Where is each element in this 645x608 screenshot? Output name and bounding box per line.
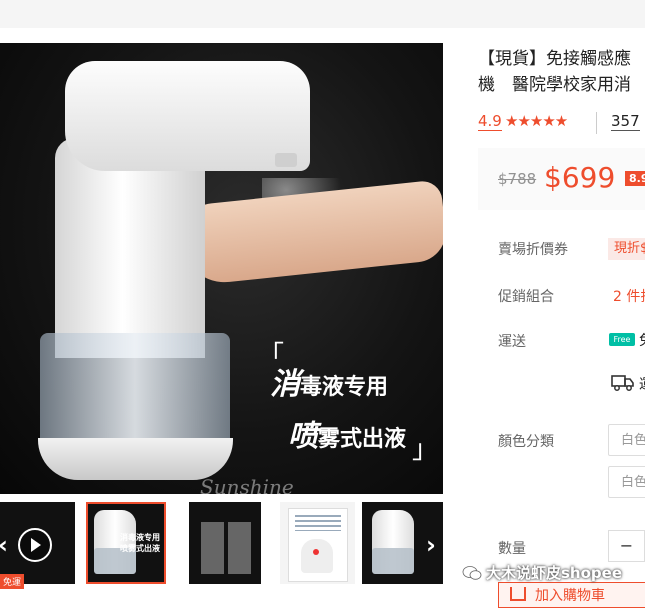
sale-price: $699: [544, 161, 616, 194]
cart-icon: [510, 587, 526, 601]
discount-badge: 8.9: [625, 171, 645, 186]
thumbnail-video[interactable]: [0, 502, 75, 584]
thumbnail-2[interactable]: 消毒液专用 喷雾式出液: [86, 502, 166, 584]
variant-label: 顏色分類: [498, 434, 554, 450]
product-title: 【現貨】免接觸感應 機 醫院學校家用消: [478, 49, 631, 95]
star-icons: ★★★★★: [505, 112, 568, 130]
thumb-doc-image: [288, 508, 348, 582]
review-count[interactable]: 357: [611, 112, 640, 131]
thumbnail-3[interactable]: [189, 502, 261, 584]
shipping-text-1: 免: [639, 330, 645, 350]
watermark-text: 大木说虾皮shopee: [486, 564, 622, 582]
dispenser-nozzle: [275, 153, 297, 167]
combo-value[interactable]: 2 件折: [613, 286, 645, 306]
signature-watermark: Sunshine: [200, 475, 294, 494]
coupon-chip[interactable]: 現折$: [608, 238, 645, 260]
free-shipping-icon: Free: [609, 333, 635, 346]
main-product-image[interactable]: 「 消毒液专用 喷雾式出液 」 Sunshine: [0, 43, 443, 494]
bracket-close: 」: [411, 435, 438, 465]
dispenser-body: [55, 138, 205, 358]
combo-label: 促銷組合: [498, 289, 554, 305]
promo-line-2: 喷雾式出液: [288, 419, 407, 454]
wechat-icon: [462, 566, 482, 580]
chevron-left-icon[interactable]: ‹: [0, 533, 8, 557]
play-icon[interactable]: [18, 528, 52, 562]
dispenser-base: [38, 438, 233, 480]
original-price: $788: [498, 170, 537, 188]
thumb-tank-5: [372, 548, 414, 574]
thumbnail-4[interactable]: [280, 502, 355, 584]
thumbnail-strip: 消毒液专用喷雾式出液 ‹ ›: [0, 502, 443, 586]
divider: [596, 112, 597, 134]
quantity-label: 數量: [498, 541, 526, 557]
rating-value[interactable]: 4.9: [478, 112, 502, 131]
variant-option-2[interactable]: 白色: [608, 466, 645, 498]
promo-text-block: 「 消毒液专用 喷雾式出液 」: [258, 343, 443, 463]
free-shipping-tag: 免運: [0, 574, 25, 589]
quantity-decrement-button[interactable]: −: [608, 530, 645, 562]
variant-option-1[interactable]: 白色: [608, 424, 645, 456]
price-box: $788 $699 8.9: [478, 148, 645, 210]
truck-icon: [611, 375, 634, 391]
promo-line-1: 消毒液专用: [270, 367, 389, 402]
hand-image: [176, 179, 443, 287]
top-band: [0, 0, 645, 28]
dispenser-tank: [40, 333, 230, 448]
dispenser-head: [65, 61, 310, 171]
coupon-label: 賣場折價券: [498, 242, 568, 258]
chevron-right-icon[interactable]: ›: [426, 533, 436, 557]
shipping-label: 運送: [498, 334, 526, 350]
shipping-text-2[interactable]: 運: [639, 374, 645, 394]
thumb-text: 消毒液专用 喷雾式出液: [120, 533, 160, 554]
thumb-grid-image: [201, 522, 251, 574]
rating-row: 4.9 ★★★★★ 357: [478, 112, 645, 136]
